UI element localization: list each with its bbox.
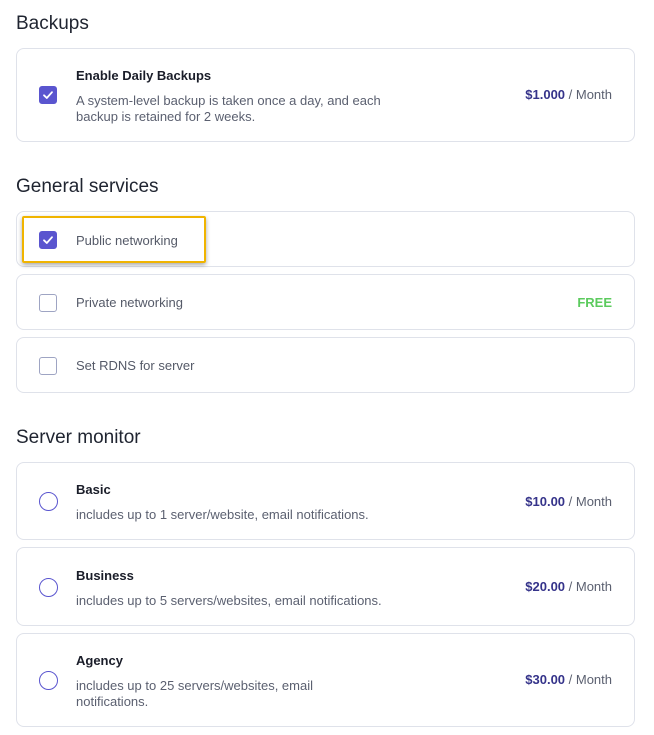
monitor-basic-title: Basic	[76, 482, 111, 497]
monitor-business-radio[interactable]	[39, 578, 58, 597]
check-icon	[43, 236, 53, 244]
price-period: / Month	[565, 672, 612, 687]
monitor-agency-desc-line2: notifications.	[76, 694, 149, 709]
monitor-basic-desc: includes up to 1 server/website, email n…	[76, 507, 369, 522]
public-networking-card[interactable]: Public networking	[16, 211, 635, 267]
server-monitor-title: Server monitor	[16, 427, 141, 448]
daily-backups-checkbox[interactable]	[39, 86, 57, 104]
monitor-business-desc: includes up to 5 servers/websites, email…	[76, 593, 382, 608]
set-rdns-checkbox[interactable]	[39, 357, 57, 375]
monitor-agency-card[interactable]: Agency includes up to 25 servers/website…	[16, 633, 635, 727]
public-networking-checkbox[interactable]	[39, 231, 57, 249]
daily-backups-price: $1.000 / Month	[525, 87, 612, 102]
price-amount: $1.000	[525, 87, 566, 102]
daily-backups-card[interactable]: Enable Daily Backups A system-level back…	[16, 48, 635, 142]
price-period: / Month	[565, 494, 612, 509]
monitor-basic-radio[interactable]	[39, 492, 58, 511]
price-amount: $20.00	[525, 579, 566, 594]
monitor-agency-radio[interactable]	[39, 671, 58, 690]
free-badge: FREE	[577, 295, 612, 310]
daily-backups-title: Enable Daily Backups	[76, 68, 212, 83]
set-rdns-card[interactable]: Set RDNS for server	[16, 337, 635, 393]
check-icon	[43, 91, 53, 99]
public-networking-label: Public networking	[76, 233, 178, 248]
set-rdns-label: Set RDNS for server	[76, 358, 195, 373]
general-services-title: General services	[16, 176, 159, 197]
price-period: / Month	[565, 579, 612, 594]
monitor-basic-price: $10.00 / Month	[525, 494, 612, 509]
monitor-agency-title: Agency	[76, 653, 123, 668]
price-period: / Month	[565, 87, 612, 102]
monitor-business-title: Business	[76, 568, 134, 583]
monitor-basic-card[interactable]: Basic includes up to 1 server/website, e…	[16, 462, 635, 540]
price-amount: $10.00	[525, 494, 566, 509]
private-networking-card[interactable]: Private networking FREE	[16, 274, 635, 330]
private-networking-label: Private networking	[76, 295, 183, 310]
private-networking-checkbox[interactable]	[39, 294, 57, 312]
backups-section-title: Backups	[16, 13, 89, 34]
daily-backups-desc-line1: A system-level backup is taken once a da…	[76, 93, 381, 108]
monitor-agency-price: $30.00 / Month	[525, 672, 612, 687]
monitor-agency-desc-line1: includes up to 25 servers/websites, emai…	[76, 678, 314, 693]
price-amount: $30.00	[525, 672, 566, 687]
daily-backups-desc-line2: backup is retained for 2 weeks.	[76, 109, 256, 124]
monitor-business-card[interactable]: Business includes up to 5 servers/websit…	[16, 547, 635, 626]
monitor-business-price: $20.00 / Month	[525, 579, 612, 594]
